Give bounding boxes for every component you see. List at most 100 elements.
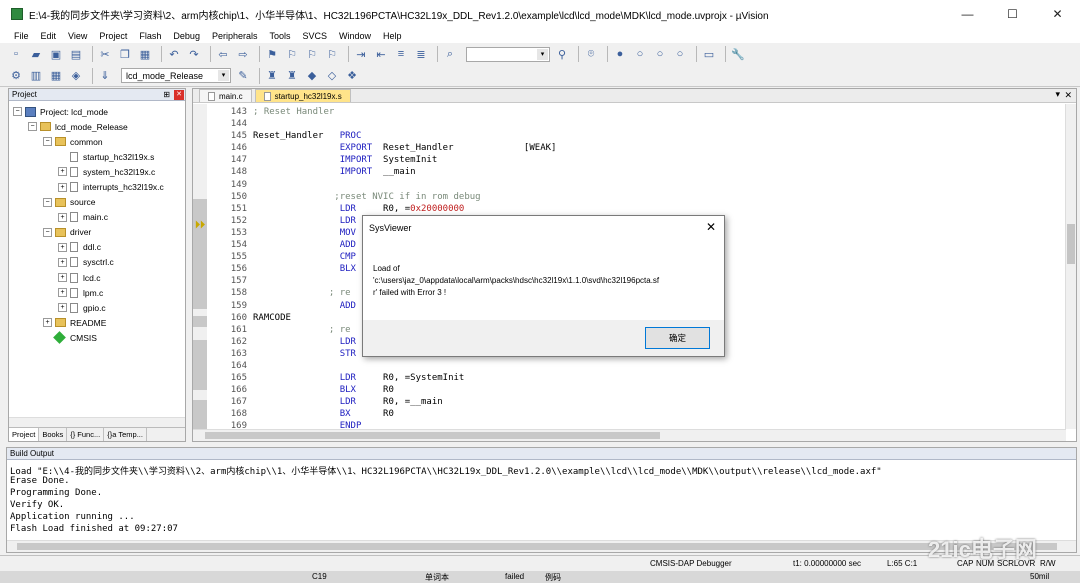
scroll-thumb[interactable] (17, 543, 1057, 550)
manage-project-icon[interactable]: ♜ (264, 68, 280, 84)
editor-hscrollbar[interactable] (193, 429, 1066, 441)
tree-item[interactable]: + main.c (9, 210, 185, 225)
build-icon[interactable]: ▥ (28, 68, 44, 84)
menu-help[interactable]: Help (377, 31, 408, 41)
navigate-back-icon[interactable]: ⇦ (215, 46, 231, 62)
rebuild-icon[interactable]: ▦ (48, 68, 64, 84)
expand-toggle-icon[interactable]: + (58, 182, 67, 192)
taskbar-item[interactable]: 50mil (1030, 572, 1049, 581)
close-panel-icon[interactable]: ✕ (174, 89, 184, 100)
tree-item[interactable]: CMSIS (9, 330, 185, 345)
uncomment-icon[interactable]: ≣ (413, 46, 429, 62)
pin-icon[interactable]: ⊞ (163, 90, 170, 99)
tab-main-c[interactable]: main.c (199, 89, 252, 102)
expand-toggle-icon[interactable]: + (58, 288, 67, 298)
open-folder-icon[interactable]: ▰ (28, 46, 44, 62)
find-combo[interactable]: ▾ (466, 46, 550, 62)
bookmark-icon[interactable]: ⚑ (264, 46, 280, 62)
tree-item[interactable]: + sysctrl.c (9, 255, 185, 270)
close-tab-icon[interactable]: ✕ (1064, 90, 1072, 101)
batch-build-icon[interactable]: ◈ (68, 68, 84, 84)
taskbar-item[interactable]: 例码 (545, 572, 561, 583)
menu-flash[interactable]: Flash (133, 31, 167, 41)
taskbar-item[interactable]: 单词本 (425, 572, 449, 583)
comment-icon[interactable]: ≡ (393, 46, 409, 62)
expand-toggle-icon[interactable]: + (58, 242, 67, 252)
ok-button[interactable]: 确定 (645, 327, 710, 349)
breakpoint-kill-icon[interactable]: ○ (672, 46, 688, 62)
tree-item[interactable]: − lcd_mode_Release (9, 119, 185, 134)
incremental-find-icon[interactable]: ⚲ (554, 46, 570, 62)
target-select[interactable]: lcd_mode_Release ▾ (121, 68, 231, 83)
rte-icon[interactable]: ❖ (344, 68, 360, 84)
build-output-text[interactable]: Load "E:\\4-我的同步文件夹\\学习资料\\2、arm内核chip\\… (7, 460, 1076, 537)
minimize-button[interactable]: — (945, 0, 990, 28)
save-icon[interactable]: ▣ (48, 46, 64, 62)
tree-item[interactable]: + lpm.c (9, 285, 185, 300)
tree-item[interactable]: startup_hc32l19x.s (9, 149, 185, 164)
indent-icon[interactable]: ⇥ (353, 46, 369, 62)
expand-toggle-icon[interactable]: + (58, 303, 67, 313)
configure-icon[interactable]: 🔧 (730, 46, 746, 62)
breakpoint-disable-icon[interactable]: ○ (632, 46, 648, 62)
editor-vscrollbar[interactable] (1065, 104, 1076, 429)
collapse-toggle-icon[interactable]: − (43, 197, 52, 207)
tree-item[interactable]: − Project: lcd_mode (9, 104, 185, 119)
collapse-toggle-icon[interactable]: − (13, 107, 22, 117)
undo-icon[interactable]: ↶ (166, 46, 182, 62)
copy-icon[interactable]: ❐ (117, 46, 133, 62)
menu-window[interactable]: Window (333, 31, 377, 41)
collapse-toggle-icon[interactable]: − (43, 227, 52, 237)
select-pack-icon[interactable]: ◆ (304, 68, 320, 84)
navigate-forward-icon[interactable]: ⇨ (235, 46, 251, 62)
clear-bookmarks-icon[interactable]: ⚐ (324, 46, 340, 62)
menu-file[interactable]: File (8, 31, 35, 41)
menu-debug[interactable]: Debug (167, 31, 206, 41)
tab-functions[interactable]: {} Func... (67, 428, 105, 441)
tree-item[interactable]: − source (9, 195, 185, 210)
expand-toggle-icon[interactable]: + (58, 273, 67, 283)
download-icon[interactable]: ⇓ (97, 68, 113, 84)
redo-icon[interactable]: ↷ (186, 46, 202, 62)
tree-item[interactable]: + system_hc32l19x.c (9, 164, 185, 179)
maximize-button[interactable]: ☐ (990, 0, 1035, 28)
menu-svcs[interactable]: SVCS (297, 31, 334, 41)
find-in-files-icon[interactable]: ⌕ (442, 46, 458, 62)
pack-installer-icon[interactable]: ◇ (324, 68, 340, 84)
collapse-toggle-icon[interactable]: − (28, 122, 37, 132)
menu-view[interactable]: View (62, 31, 93, 41)
tree-item[interactable]: − driver (9, 225, 185, 240)
translate-icon[interactable]: ⚙ (8, 68, 24, 84)
cut-icon[interactable]: ✂ (97, 46, 113, 62)
menu-edit[interactable]: Edit (35, 31, 63, 41)
breakpoint-clear-icon[interactable]: ○ (652, 46, 668, 62)
tree-item[interactable]: + README (9, 315, 185, 330)
new-file-icon[interactable]: ▫ (8, 46, 24, 62)
prev-bookmark-icon[interactable]: ⚐ (284, 46, 300, 62)
close-window-button[interactable]: ✕ (1035, 0, 1080, 28)
paste-icon[interactable]: ▦ (137, 46, 153, 62)
expand-toggle-icon[interactable]: + (58, 257, 67, 267)
debug-session-icon[interactable]: ⌾ (583, 46, 599, 62)
tree-item[interactable]: − common (9, 134, 185, 149)
scroll-thumb[interactable] (205, 432, 660, 439)
collapse-toggle-icon[interactable]: − (43, 137, 52, 147)
breakpoint-icon[interactable]: ● (612, 46, 628, 62)
scroll-thumb[interactable] (1067, 224, 1075, 264)
tab-project[interactable]: Project (9, 428, 40, 441)
menu-tools[interactable]: Tools (263, 31, 296, 41)
taskbar-item[interactable]: C19 (312, 572, 327, 581)
menu-peripherals[interactable]: Peripherals (206, 31, 264, 41)
expand-toggle-icon[interactable]: + (58, 167, 67, 177)
target-options-icon[interactable]: ✎ (235, 68, 251, 84)
tree-item[interactable]: + lcd.c (9, 270, 185, 285)
tab-startup-s[interactable]: startup_hc32l19x.s (254, 89, 351, 102)
unindent-icon[interactable]: ⇤ (373, 46, 389, 62)
project-hscrollbar[interactable] (9, 417, 185, 427)
window-layout-icon[interactable]: ▭ (701, 46, 717, 62)
tab-books[interactable]: Books (39, 428, 68, 441)
tree-item[interactable]: + interrupts_hc32l19x.c (9, 179, 185, 194)
tree-item[interactable]: + gpio.c (9, 300, 185, 315)
build-hscrollbar[interactable] (7, 540, 1076, 552)
tab-templates[interactable]: {}a Temp... (104, 428, 147, 441)
